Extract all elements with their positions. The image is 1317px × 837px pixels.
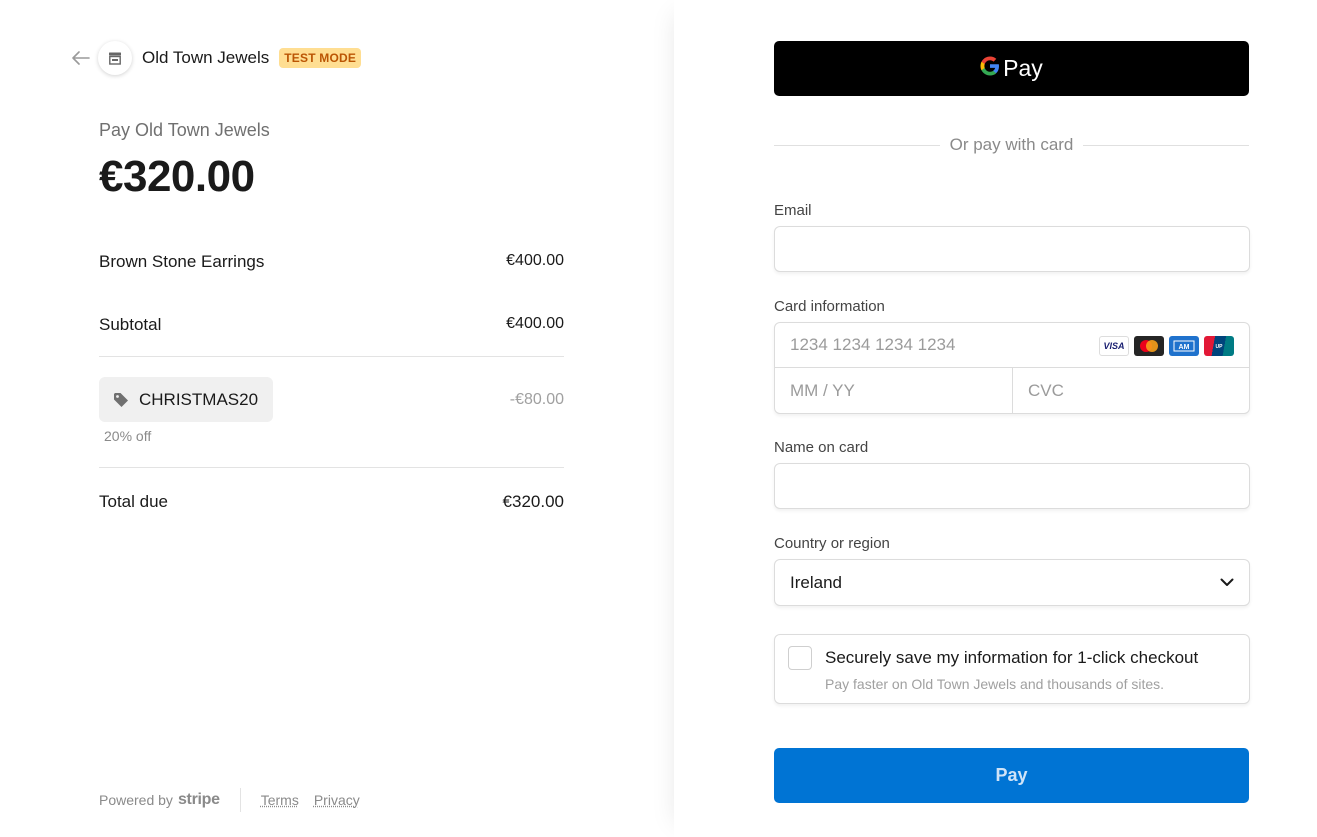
name-on-card-label: Name on card [774, 439, 869, 456]
card-information-group: 1234 1234 1234 1234 VISA AM UP MM / YY C… [774, 322, 1250, 414]
pay-merchant-label: Pay Old Town Jewels [99, 120, 270, 140]
promo-description: 20% off [104, 428, 152, 444]
merchant-name: Old Town Jewels [142, 48, 270, 67]
promo-code-chip[interactable]: CHRISTMAS20 [99, 377, 274, 422]
total-due-value: €320.00 [502, 492, 564, 511]
country-select[interactable]: Ireland [774, 559, 1250, 606]
or-divider: Or pay with card [774, 135, 1250, 155]
footer: Powered by stripe Terms Privacy [99, 788, 375, 812]
save-info-option: Securely save my information for 1-click… [774, 634, 1250, 704]
order-summary-panel: Old Town Jewels TEST MODE Pay Old Town J… [0, 0, 674, 837]
mastercard-icon [1134, 336, 1164, 356]
tag-icon [113, 392, 129, 408]
save-info-title: Securely save my information for 1-click… [825, 648, 1199, 667]
name-on-card-field[interactable] [774, 463, 1250, 509]
merchant-header: Old Town Jewels TEST MODE [70, 40, 362, 76]
svg-text:AM: AM [1179, 344, 1190, 351]
card-number-placeholder: 1234 1234 1234 1234 [790, 335, 956, 354]
google-pay-label: Pay [1003, 55, 1043, 81]
test-mode-badge: TEST MODE [279, 48, 362, 68]
total-due-label: Total due [99, 492, 168, 511]
country-value: Ireland [790, 572, 842, 592]
card-brand-logos: VISA AM UP [1099, 336, 1234, 356]
divider [99, 467, 564, 468]
divider-line [1083, 144, 1250, 146]
store-icon [98, 41, 132, 75]
powered-by-text: Powered by [99, 792, 173, 808]
visa-icon: VISA [1099, 336, 1129, 356]
subtotal-value: €400.00 [506, 315, 564, 332]
pay-button[interactable]: Pay [774, 748, 1249, 803]
email-field[interactable] [774, 226, 1250, 272]
divider [99, 356, 564, 357]
cvc-field[interactable]: CVC [1013, 368, 1250, 414]
back-arrow-icon[interactable] [70, 47, 92, 69]
footer-separator [239, 788, 241, 812]
subtotal-label: Subtotal [99, 315, 162, 334]
promo-amount: -€80.00 [509, 391, 564, 408]
expiry-placeholder: MM / YY [790, 381, 855, 400]
terms-link[interactable]: Terms [261, 792, 299, 808]
or-pay-with-card-text: Or pay with card [949, 135, 1074, 154]
promo-code: CHRISTMAS20 [139, 389, 259, 409]
subtotal-row: Subtotal €400.00 [99, 315, 564, 335]
payment-panel: Pay Or pay with card Email Card informat… [674, 0, 1317, 837]
email-label: Email [774, 202, 812, 219]
stripe-logo[interactable]: stripe [178, 791, 220, 809]
save-info-checkbox[interactable] [788, 646, 812, 670]
unionpay-icon: UP [1204, 336, 1234, 356]
divider-line [774, 144, 940, 146]
card-information-label: Card information [774, 298, 885, 315]
google-g-icon [980, 56, 1000, 81]
total-amount: €320.00 [99, 152, 255, 201]
cvc-placeholder: CVC [1028, 381, 1064, 400]
country-label: Country or region [774, 535, 890, 552]
chevron-down-icon [1220, 575, 1234, 589]
privacy-link[interactable]: Privacy [314, 792, 360, 808]
expiry-field[interactable]: MM / YY [775, 368, 1013, 414]
line-item: Brown Stone Earrings €400.00 [99, 252, 564, 272]
line-item-price: €400.00 [506, 252, 564, 269]
save-info-subtitle: Pay faster on Old Town Jewels and thousa… [825, 676, 1165, 692]
google-pay-button[interactable]: Pay [774, 41, 1249, 96]
svg-text:UP: UP [1216, 344, 1224, 350]
line-item-name: Brown Stone Earrings [99, 252, 265, 271]
amex-icon: AM [1169, 336, 1199, 356]
total-due-row: Total due €320.00 [99, 492, 564, 512]
